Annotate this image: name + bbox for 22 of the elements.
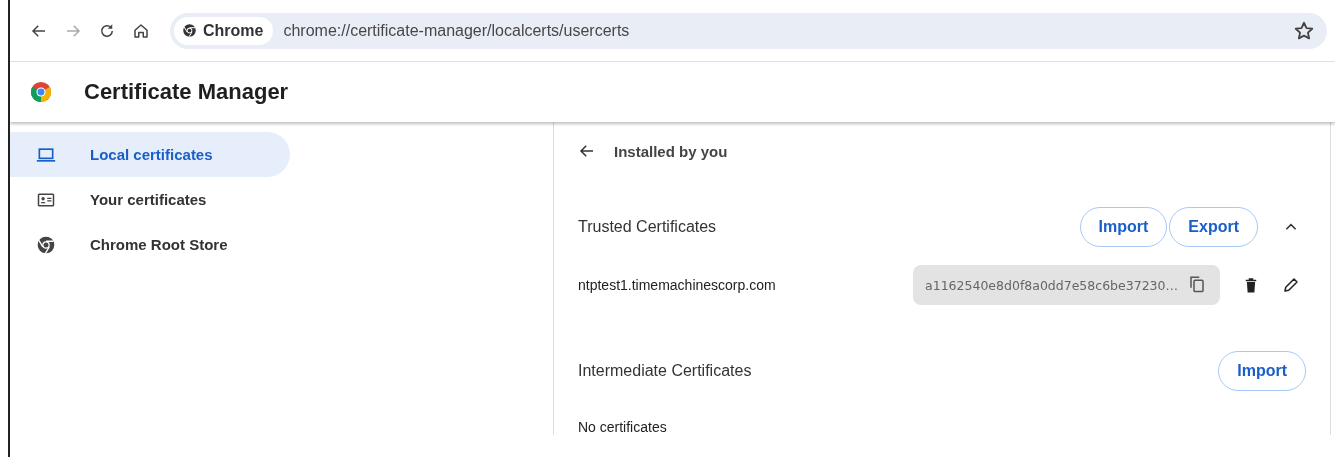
page-title: Certificate Manager [84,79,289,105]
url-text: chrome://certificate-manager/localcerts/usercerts [283,21,631,40]
address-bar[interactable]: Chrome chrome://certificate-manager/localcerts/usercerts [170,12,1327,49]
certificate-name: ntptest1.timemachinescorp.com [578,277,777,293]
section-title: Intermediate Certificates [578,362,753,380]
action-button[interactable]: Import [1218,351,1306,391]
action-button[interactable]: Export [1169,207,1258,247]
sidebar-item[interactable]: Chrome Root Store [10,222,290,267]
chrome-icon [36,234,56,255]
sidebar-item[interactable]: Your certificates [10,177,290,222]
panel-title: Installed by you [614,142,728,160]
back-arrow-icon[interactable] [578,142,596,160]
action-button[interactable]: Import [1079,207,1168,247]
section-title: Trusted Certificates [578,218,718,236]
empty-message: No certificates [578,419,668,435]
star-icon[interactable] [1293,19,1315,42]
home-icon[interactable] [132,21,150,40]
chrome-icon [182,23,197,38]
hash-text: a1162540e8d0f8a0dd7e58c6be37230… [925,277,1178,293]
site-chip-label: Chrome [203,21,264,40]
sidebar-item[interactable]: Local certificates [10,132,290,177]
chrome-logo-icon [30,81,52,103]
